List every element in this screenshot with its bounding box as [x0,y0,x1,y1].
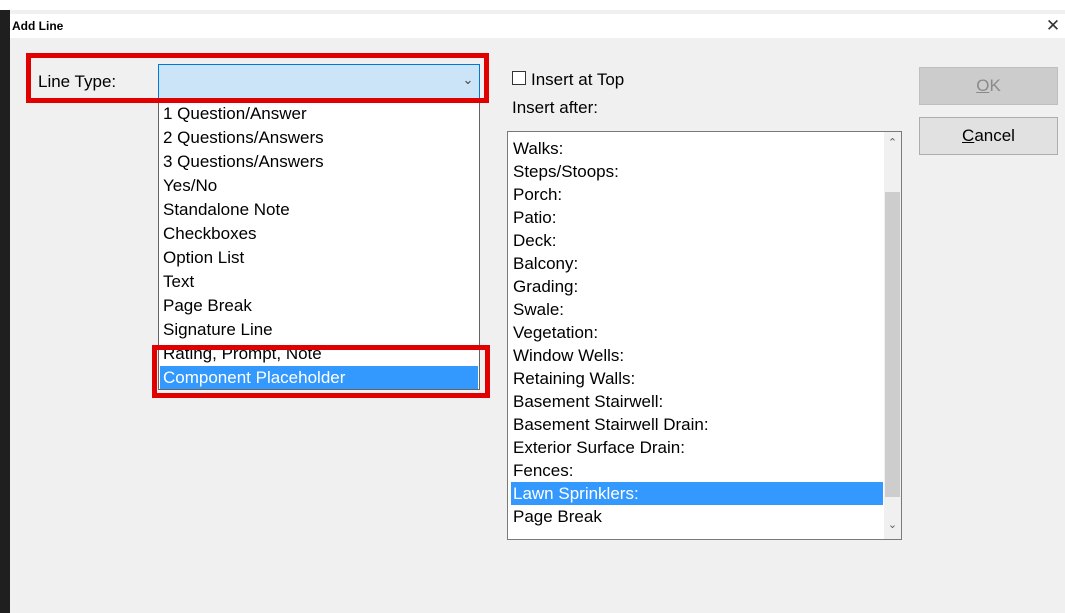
title-bar: Add Line ✕ [10,14,1065,38]
cancel-button[interactable]: Cancel [919,117,1058,155]
list-item[interactable]: Fences: [511,459,883,482]
list-item[interactable]: Patio: [511,206,883,229]
list-item[interactable]: Porch: [511,183,883,206]
ok-button[interactable]: OK [919,67,1058,105]
dropdown-option[interactable]: Rating, Prompt, Note [163,342,473,366]
line-type-dropdown-list: 1 Question/Answer 2 Questions/Answers 3 … [158,99,480,390]
dropdown-option[interactable]: Checkboxes [163,222,473,246]
list-item[interactable]: Balcony: [511,252,883,275]
dropdown-option[interactable]: Yes/No [163,174,473,198]
list-item[interactable]: Swale: [511,298,883,321]
dropdown-option[interactable]: 1 Question/Answer [163,102,473,126]
ok-mnemonic: O [976,76,990,95]
list-item[interactable]: Basement Stairwell: [511,390,883,413]
window-left-edge [0,10,10,613]
add-line-dialog: Add Line ✕ Line Type: ⌄ 1 Question/Answe… [0,0,1065,613]
list-item-selected[interactable]: Lawn Sprinklers: [511,482,883,505]
list-item[interactable]: Window Wells: [511,344,883,367]
dialog-title: Add Line [12,19,64,33]
cancel-label: ancel [974,126,1015,145]
ok-label: K [989,76,1001,95]
dropdown-option[interactable]: Standalone Note [163,198,473,222]
list-item[interactable]: Page Break [511,505,883,528]
scrollbar-thumb[interactable] [885,192,900,497]
insert-after-label: Insert after: [512,98,598,117]
cancel-mnemonic: C [962,126,975,145]
dropdown-option[interactable]: Text [163,270,473,294]
insert-at-top-label[interactable]: Insert at Top [531,70,624,90]
list-item[interactable]: Steps/Stoops: [511,160,883,183]
close-icon[interactable]: ✕ [1043,16,1063,36]
chevron-down-icon[interactable]: ⌄ [884,516,901,533]
list-item[interactable]: Walks: [511,137,883,160]
list-item[interactable]: Exterior Surface Drain: [511,436,883,459]
dropdown-option-selected[interactable]: Component Placeholder [160,366,478,389]
insert-after-list[interactable]: Walks: Steps/Stoops: Porch: Patio: Deck:… [507,131,902,540]
chevron-up-icon[interactable]: ⌃ [884,134,901,151]
dropdown-option[interactable]: 2 Questions/Answers [163,126,473,150]
insert-at-top-checkbox[interactable] [512,71,526,85]
list-item[interactable]: Grading: [511,275,883,298]
list-item[interactable]: Basement Stairwell Drain: [511,413,883,436]
chevron-down-icon[interactable]: ⌄ [461,72,475,90]
dropdown-option[interactable]: Page Break [163,294,473,318]
line-type-label: Line Type: [38,72,117,91]
dropdown-option[interactable]: Signature Line [163,318,473,342]
dropdown-option[interactable]: 3 Questions/Answers [163,150,473,174]
list-scrollbar[interactable]: ⌃ ⌄ [884,132,901,539]
list-item[interactable]: Deck: [511,229,883,252]
dropdown-option[interactable]: Option List [163,246,473,270]
line-type-select[interactable]: ⌄ [158,64,480,99]
list-item[interactable]: Vegetation: [511,321,883,344]
top-strip [0,0,1065,10]
list-item[interactable]: Retaining Walls: [511,367,883,390]
